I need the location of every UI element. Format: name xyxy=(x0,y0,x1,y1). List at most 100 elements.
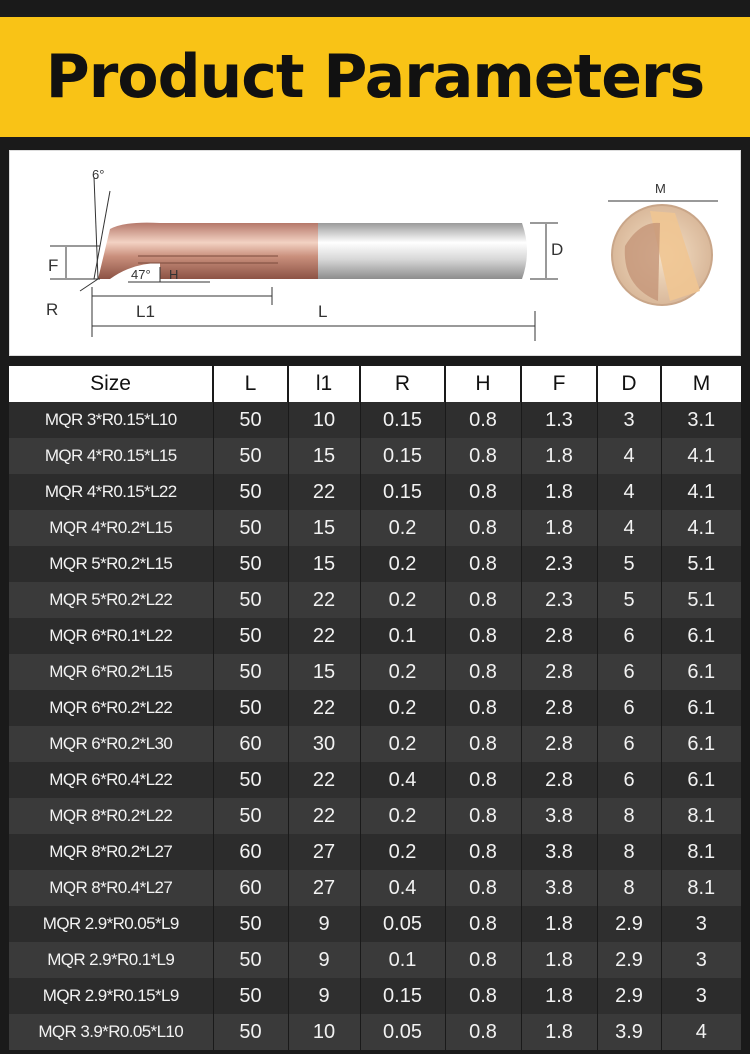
value-cell: 22 xyxy=(288,618,361,654)
value-cell: 0.8 xyxy=(445,402,522,438)
table-row: MQR 2.9*R0.15*L9 50 9 0.15 0.8 1.8 2.9 3 xyxy=(9,978,741,1014)
value-cell: 4 xyxy=(597,474,662,510)
table-row: MQR 2.9*R0.05*L9 50 9 0.05 0.8 1.8 2.9 3 xyxy=(9,906,741,942)
value-cell: 5 xyxy=(597,582,662,618)
value-cell: 8.1 xyxy=(661,798,741,834)
angle-top-label: 6° xyxy=(92,167,104,182)
column-header: F xyxy=(521,366,598,402)
value-cell: 2.8 xyxy=(521,762,598,798)
l-label: L xyxy=(318,302,327,321)
value-cell: 2.9 xyxy=(597,978,662,1014)
value-cell: 3.9 xyxy=(597,1014,662,1050)
value-cell: 0.8 xyxy=(445,438,522,474)
f-label: F xyxy=(48,256,58,275)
value-cell: 9 xyxy=(288,942,361,978)
size-cell: MQR 5*R0.2*L22 xyxy=(9,582,214,618)
column-header: M xyxy=(661,366,741,402)
size-cell: MQR 6*R0.2*L22 xyxy=(9,690,214,726)
size-cell: MQR 6*R0.2*L15 xyxy=(9,654,214,690)
value-cell: 1.8 xyxy=(521,978,598,1014)
value-cell: 0.05 xyxy=(360,1014,446,1050)
value-cell: 0.2 xyxy=(360,690,446,726)
shank-shape xyxy=(315,223,527,279)
tool-drawing: 6° 47° H F R L1 L D M xyxy=(46,167,718,341)
value-cell: 3.8 xyxy=(521,798,598,834)
value-cell: 50 xyxy=(213,906,289,942)
value-cell: 50 xyxy=(213,1014,289,1050)
value-cell: 0.15 xyxy=(360,438,446,474)
value-cell: 2.8 xyxy=(521,690,598,726)
value-cell: 6 xyxy=(597,690,662,726)
value-cell: 50 xyxy=(213,546,289,582)
value-cell: 50 xyxy=(213,942,289,978)
value-cell: 5 xyxy=(597,546,662,582)
value-cell: 0.8 xyxy=(445,618,522,654)
value-cell: 8.1 xyxy=(661,870,741,906)
value-cell: 1.8 xyxy=(521,474,598,510)
column-header: L xyxy=(213,366,289,402)
table-row: MQR 8*R0.4*L27 60 27 0.4 0.8 3.8 8 8.1 xyxy=(9,870,741,906)
table-row: MQR 4*R0.15*L22 50 22 0.15 0.8 1.8 4 4.1 xyxy=(9,474,741,510)
value-cell: 15 xyxy=(288,546,361,582)
tool-diagram: 6° 47° H F R L1 L D M xyxy=(9,150,741,356)
value-cell: 0.15 xyxy=(360,474,446,510)
value-cell: 6 xyxy=(597,762,662,798)
size-cell: MQR 4*R0.15*L22 xyxy=(9,474,214,510)
value-cell: 22 xyxy=(288,474,361,510)
value-cell: 0.8 xyxy=(445,690,522,726)
size-cell: MQR 8*R0.2*L27 xyxy=(9,834,214,870)
size-cell: MQR 3*R0.15*L10 xyxy=(9,402,214,438)
value-cell: 8 xyxy=(597,870,662,906)
value-cell: 2.8 xyxy=(521,654,598,690)
value-cell: 4.1 xyxy=(661,474,741,510)
value-cell: 4 xyxy=(661,1014,741,1050)
value-cell: 0.8 xyxy=(445,762,522,798)
value-cell: 0.2 xyxy=(360,546,446,582)
value-cell: 0.8 xyxy=(445,582,522,618)
table-row: MQR 4*R0.15*L15 50 15 0.15 0.8 1.8 4 4.1 xyxy=(9,438,741,474)
value-cell: 50 xyxy=(213,978,289,1014)
m-label: M xyxy=(655,181,666,196)
value-cell: 1.8 xyxy=(521,906,598,942)
angle-tip-label: 47° xyxy=(131,267,151,282)
column-header: D xyxy=(597,366,662,402)
column-header: l1 xyxy=(288,366,361,402)
value-cell: 0.1 xyxy=(360,942,446,978)
table-row: MQR 5*R0.2*L15 50 15 0.2 0.8 2.3 5 5.1 xyxy=(9,546,741,582)
table-row: MQR 6*R0.2*L15 50 15 0.2 0.8 2.8 6 6.1 xyxy=(9,654,741,690)
title-banner: Product Parameters xyxy=(0,14,750,140)
table-row: MQR 5*R0.2*L22 50 22 0.2 0.8 2.3 5 5.1 xyxy=(9,582,741,618)
value-cell: 1.3 xyxy=(521,402,598,438)
value-cell: 22 xyxy=(288,762,361,798)
value-cell: 6 xyxy=(597,618,662,654)
value-cell: 0.8 xyxy=(445,510,522,546)
value-cell: 5.1 xyxy=(661,582,741,618)
value-cell: 50 xyxy=(213,510,289,546)
column-header: R xyxy=(360,366,446,402)
value-cell: 0.8 xyxy=(445,798,522,834)
size-cell: MQR 6*R0.1*L22 xyxy=(9,618,214,654)
value-cell: 50 xyxy=(213,654,289,690)
value-cell: 50 xyxy=(213,762,289,798)
value-cell: 3 xyxy=(661,978,741,1014)
value-cell: 6.1 xyxy=(661,762,741,798)
value-cell: 50 xyxy=(213,438,289,474)
value-cell: 0.8 xyxy=(445,834,522,870)
table-row: MQR 2.9*R0.1*L9 50 9 0.1 0.8 1.8 2.9 3 xyxy=(9,942,741,978)
value-cell: 6.1 xyxy=(661,654,741,690)
value-cell: 4 xyxy=(597,510,662,546)
value-cell: 6 xyxy=(597,726,662,762)
value-cell: 60 xyxy=(213,834,289,870)
value-cell: 6.1 xyxy=(661,690,741,726)
value-cell: 0.8 xyxy=(445,906,522,942)
size-cell: MQR 6*R0.4*L22 xyxy=(9,762,214,798)
value-cell: 0.8 xyxy=(445,870,522,906)
value-cell: 1.8 xyxy=(521,438,598,474)
value-cell: 0.15 xyxy=(360,978,446,1014)
value-cell: 0.4 xyxy=(360,762,446,798)
value-cell: 2.9 xyxy=(597,942,662,978)
value-cell: 0.2 xyxy=(360,798,446,834)
value-cell: 0.8 xyxy=(445,546,522,582)
value-cell: 4 xyxy=(597,438,662,474)
value-cell: 1.8 xyxy=(521,510,598,546)
